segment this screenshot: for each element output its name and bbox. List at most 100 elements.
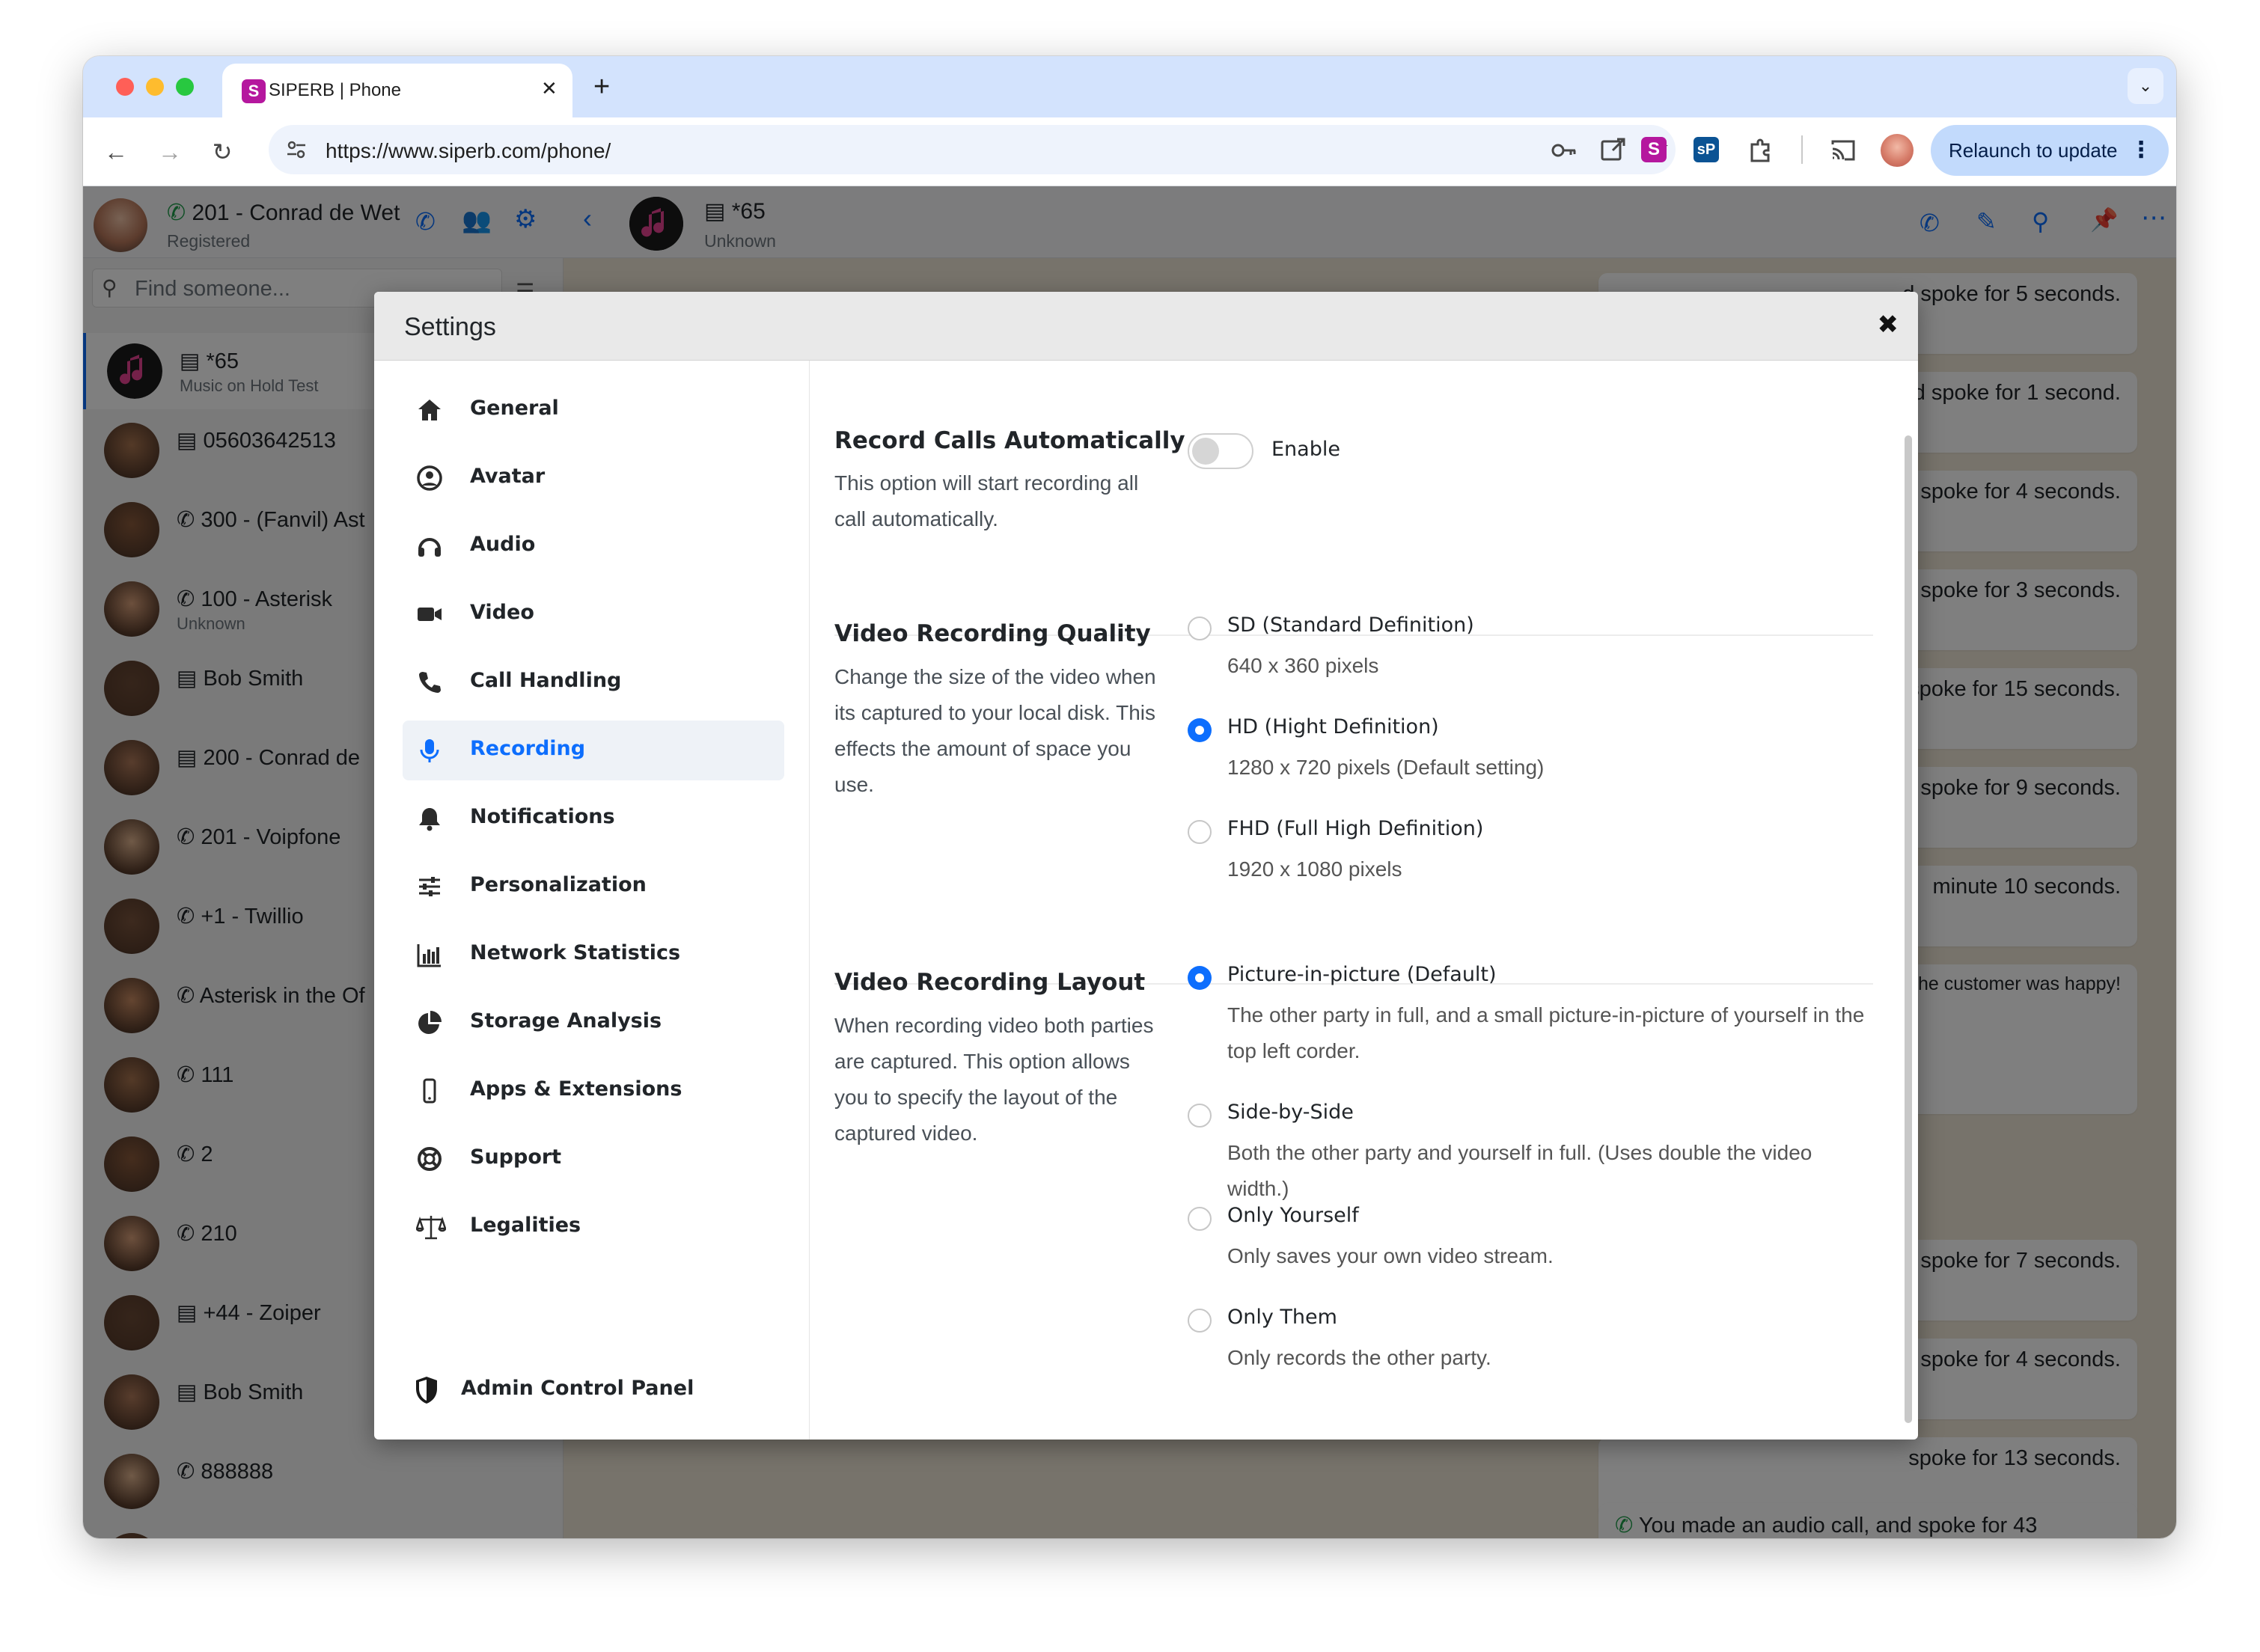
shield-icon — [413, 1375, 440, 1405]
relaunch-label: Relaunch to update — [1949, 139, 2118, 162]
browser-tab[interactable]: S SIPERB | Phone ✕ — [222, 64, 572, 117]
password-key-icon[interactable] — [1548, 135, 1578, 165]
settings-nav-label: Network Statistics — [470, 941, 681, 964]
video-layout-title: Video Recording Layout — [834, 969, 1146, 996]
radio-button[interactable] — [1188, 718, 1212, 742]
headphones-icon — [416, 533, 443, 560]
close-tab-icon[interactable]: ✕ — [541, 77, 558, 100]
settings-nav-label: Call Handling — [470, 669, 622, 692]
settings-nav: General Avatar Audio Video Call Handling Reco… — [374, 361, 810, 1440]
reload-icon[interactable]: ↻ — [207, 137, 237, 167]
radio-label[interactable]: Only Yourself — [1227, 1204, 1359, 1227]
more-vertical-icon[interactable]: ⋮ — [2130, 125, 2152, 176]
home-icon — [416, 397, 443, 423]
bell-icon — [416, 805, 443, 832]
settings-nav-apps-extensions[interactable]: Apps & Extensions — [403, 1061, 784, 1121]
radio-button[interactable] — [1188, 1207, 1212, 1231]
radio-description: 640 x 360 pixels — [1227, 654, 1379, 677]
radio-button[interactable] — [1188, 966, 1212, 990]
radio-label[interactable]: SD (Standard Definition) — [1227, 614, 1474, 637]
settings-nav-video[interactable]: Video — [403, 584, 784, 644]
modal-scrollbar[interactable] — [1905, 435, 1912, 1423]
settings-nav-label: Avatar — [470, 465, 546, 488]
mobile-icon — [416, 1077, 443, 1104]
sp-extension-icon[interactable]: sP — [1694, 137, 1719, 162]
record-auto-title: Record Calls Automatically — [834, 427, 1185, 454]
radio-description: Only records the other party. — [1227, 1346, 1491, 1369]
settings-nav-label: Notifications — [470, 805, 615, 828]
toggle-knob — [1192, 438, 1219, 465]
radio-description: Both the other party and yourself in ful… — [1227, 1141, 1812, 1200]
siperb-extension-icon[interactable]: S — [1641, 137, 1667, 162]
settings-nav-legalities[interactable]: Legalities — [403, 1197, 784, 1257]
new-tab-button[interactable]: + — [593, 71, 610, 103]
video-camera-icon — [416, 601, 443, 628]
radio-label[interactable]: HD (Hight Definition) — [1227, 715, 1439, 738]
forward-arrow-icon[interactable]: → — [155, 137, 185, 167]
address-bar[interactable]: https://www.siperb.com/phone/ ☆ — [269, 125, 1676, 174]
radio-label[interactable]: Side-by-Side — [1227, 1101, 1354, 1124]
profile-avatar-icon[interactable] — [1881, 134, 1914, 167]
site-settings-icon[interactable] — [285, 138, 308, 161]
close-window-button[interactable] — [116, 78, 134, 96]
settings-nav-support[interactable]: Support — [403, 1129, 784, 1189]
radio-button[interactable] — [1188, 1104, 1212, 1128]
siperb-favicon-icon: S — [242, 79, 266, 103]
radio-description: The other party in full, and a small pic… — [1227, 1003, 1865, 1062]
phone-icon — [416, 669, 443, 696]
settings-nav-label: Personalization — [470, 873, 647, 896]
close-modal-icon[interactable]: ✖ — [1878, 310, 1899, 340]
relaunch-button[interactable]: Relaunch to update ⋮ — [1931, 125, 2169, 176]
open-in-app-icon[interactable] — [1598, 135, 1628, 165]
settings-nav-label: General — [470, 397, 559, 420]
settings-nav-label: Storage Analysis — [470, 1009, 662, 1032]
radio-label[interactable]: Picture-in-picture (Default) — [1227, 963, 1497, 986]
settings-nav-audio[interactable]: Audio — [403, 516, 784, 576]
minimize-window-button[interactable] — [146, 78, 164, 96]
tab-title: SIPERB | Phone — [269, 80, 401, 100]
video-layout-desc: When recording video both parties are ca… — [834, 1014, 1154, 1145]
settings-nav-call-handling[interactable]: Call Handling — [403, 652, 784, 712]
settings-nav-network-statistics[interactable]: Network Statistics — [403, 925, 784, 985]
radio-label[interactable]: FHD (Full High Definition) — [1227, 817, 1483, 840]
microphone-icon — [416, 737, 443, 764]
lifebuoy-icon — [416, 1145, 443, 1172]
browser-window: S SIPERB | Phone ✕ + ⌄ ← → ↻ https://www… — [83, 56, 2176, 1538]
recording-settings: Record Calls Automatically This option w… — [810, 361, 1918, 1440]
video-quality-desc: Change the size of the video when its ca… — [834, 665, 1156, 796]
settings-title: Settings — [404, 313, 496, 341]
record-auto-toggle[interactable] — [1188, 433, 1253, 469]
tab-bar: S SIPERB | Phone ✕ + ⌄ — [83, 56, 2176, 117]
radio-description: Only saves your own video stream. — [1227, 1244, 1554, 1267]
settings-nav-label: Apps & Extensions — [470, 1077, 682, 1101]
video-quality-title: Video Recording Quality — [834, 620, 1151, 647]
browser-toolbar: ← → ↻ https://www.siperb.com/phone/ ☆ S … — [83, 117, 2176, 186]
settings-nav-label: Video — [470, 601, 534, 624]
settings-nav-label: Audio — [470, 533, 536, 556]
sliders-icon — [416, 873, 443, 900]
radio-label[interactable]: Only Them — [1227, 1306, 1337, 1329]
url-text: https://www.siperb.com/phone/ — [326, 139, 611, 162]
admin-control-panel-link[interactable]: Admin Control Panel — [461, 1377, 694, 1400]
radio-button[interactable] — [1188, 1309, 1212, 1333]
settings-nav-storage-analysis[interactable]: Storage Analysis — [403, 993, 784, 1053]
enable-label: Enable — [1271, 438, 1340, 461]
extensions-puzzle-icon[interactable] — [1746, 135, 1774, 164]
zoom-window-button[interactable] — [176, 78, 194, 96]
settings-nav-general[interactable]: General — [403, 380, 784, 440]
settings-nav-notifications[interactable]: Notifications — [403, 789, 784, 848]
settings-modal: Settings ✖ General Avatar Audio Video Call H… — [374, 292, 1918, 1440]
radio-button[interactable] — [1188, 820, 1212, 844]
tab-search-chevron-icon[interactable]: ⌄ — [2128, 68, 2163, 104]
back-arrow-icon[interactable]: ← — [101, 137, 131, 167]
radio-description: 1280 x 720 pixels (Default setting) — [1227, 756, 1545, 779]
pie-chart-icon — [416, 1009, 443, 1036]
settings-nav-recording[interactable]: Recording — [403, 721, 784, 780]
radio-description: 1920 x 1080 pixels — [1227, 857, 1402, 881]
settings-nav-label: Recording — [470, 737, 586, 760]
settings-nav-personalization[interactable]: Personalization — [403, 857, 784, 917]
record-auto-desc: This option will start recording all cal… — [834, 471, 1139, 530]
cast-icon[interactable] — [1830, 137, 1857, 164]
settings-nav-avatar[interactable]: Avatar — [403, 448, 784, 508]
radio-button[interactable] — [1188, 617, 1212, 640]
